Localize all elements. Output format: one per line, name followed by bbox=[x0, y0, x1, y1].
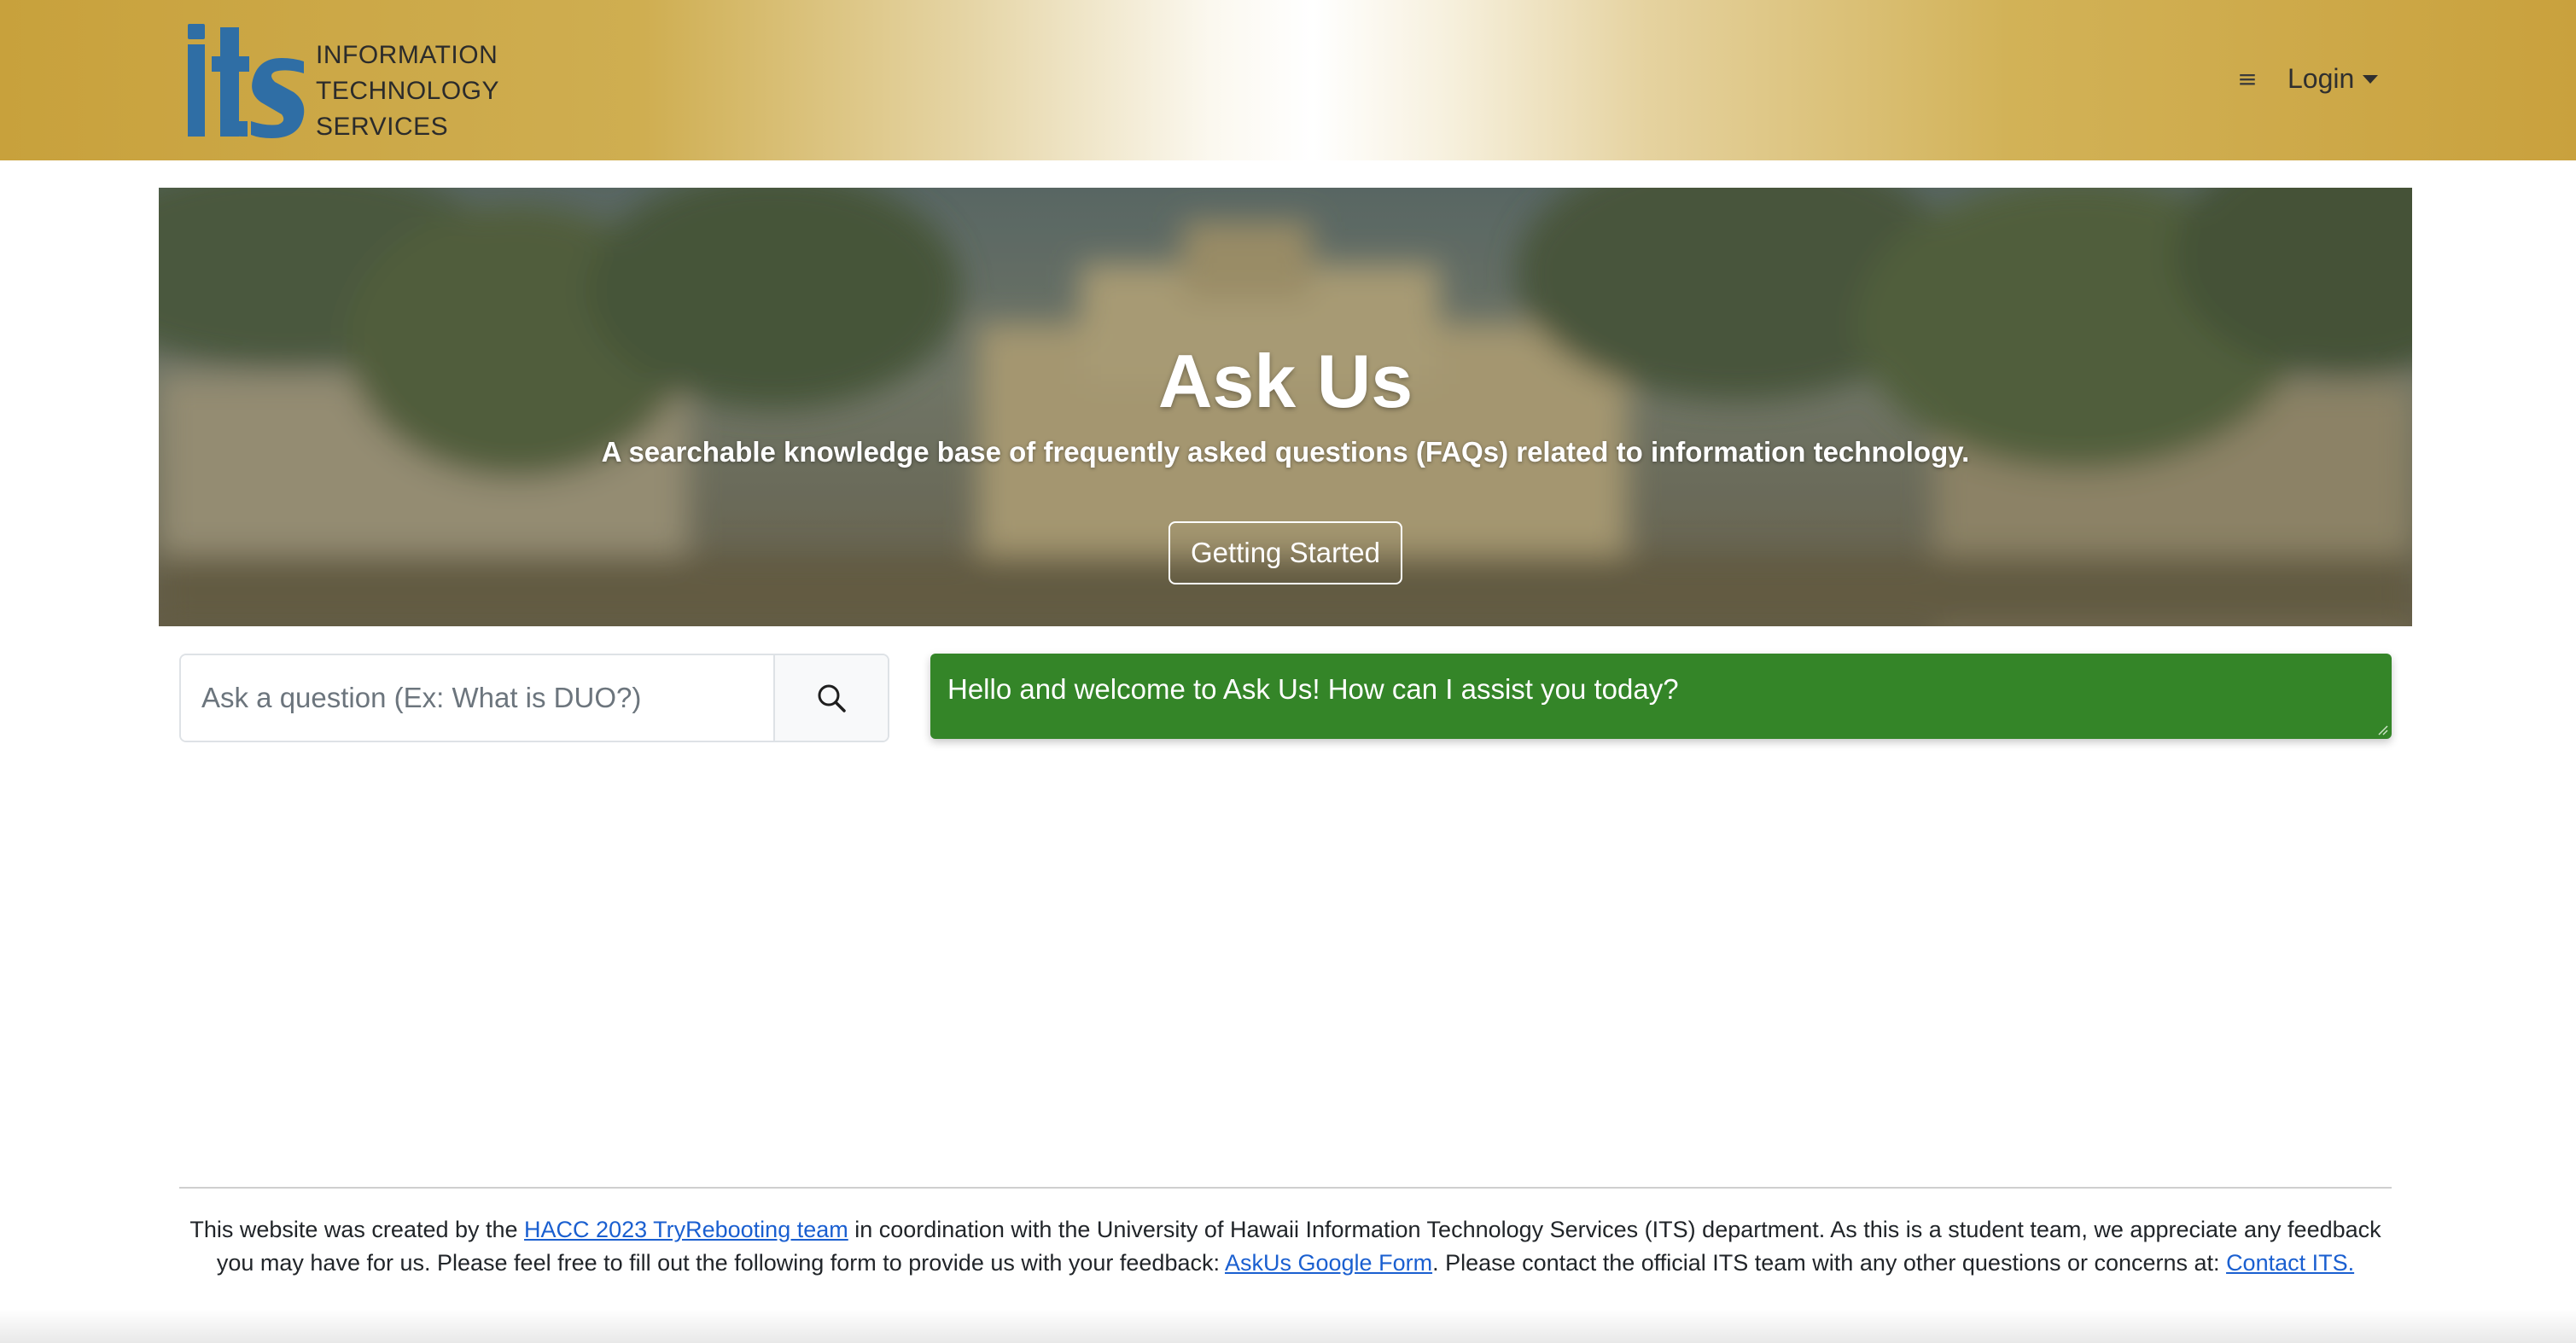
hacc-team-link[interactable]: HACC 2023 TryRebooting team bbox=[524, 1217, 848, 1242]
resize-handle-icon[interactable] bbox=[2376, 724, 2388, 735]
contact-its-link[interactable]: Contact ITS. bbox=[2226, 1250, 2354, 1276]
search-button[interactable] bbox=[773, 655, 888, 741]
chat-response-box[interactable]: Hello and welcome to Ask Us! How can I a… bbox=[930, 654, 2392, 739]
its-logo[interactable]: INFORMATION TECHNOLOGY SERVICES bbox=[186, 19, 499, 142]
caret-down-icon bbox=[2363, 75, 2379, 84]
search-bar bbox=[179, 654, 889, 742]
footer: This website was created by the HACC 202… bbox=[179, 1213, 2392, 1280]
login-dropdown[interactable]: Login bbox=[2288, 60, 2379, 97]
page-title: Ask Us bbox=[1157, 339, 1413, 423]
its-logo-mark bbox=[188, 24, 305, 138]
logo-line-services: SERVICES bbox=[316, 113, 449, 141]
top-navbar: INFORMATION TECHNOLOGY SERVICES ≡ Login bbox=[0, 0, 2576, 160]
search-icon bbox=[818, 684, 846, 712]
login-label: Login bbox=[2288, 63, 2355, 94]
hero-banner: Ask Us A searchable knowledge base of fr… bbox=[159, 188, 2412, 626]
footer-text-contact: . Please contact the official ITS team w… bbox=[1432, 1250, 2227, 1276]
page-subtitle: A searchable knowledge base of frequentl… bbox=[601, 436, 1970, 468]
search-input[interactable] bbox=[181, 655, 773, 741]
logo-wordmark: INFORMATION TECHNOLOGY SERVICES bbox=[316, 38, 500, 145]
askus-google-form-link[interactable]: AskUs Google Form bbox=[1225, 1250, 1432, 1276]
footer-divider bbox=[179, 1187, 2392, 1189]
window-bottom-shadow bbox=[0, 1309, 2576, 1343]
footer-text-intro: This website was created by the bbox=[189, 1217, 525, 1242]
logo-line-information: INFORMATION bbox=[316, 41, 498, 69]
hamburger-menu-icon[interactable]: ≡ bbox=[2233, 65, 2262, 94]
logo-line-technology: TECHNOLOGY bbox=[316, 77, 500, 105]
chat-message: Hello and welcome to Ask Us! How can I a… bbox=[947, 673, 1679, 705]
getting-started-button[interactable]: Getting Started bbox=[1169, 521, 1402, 584]
